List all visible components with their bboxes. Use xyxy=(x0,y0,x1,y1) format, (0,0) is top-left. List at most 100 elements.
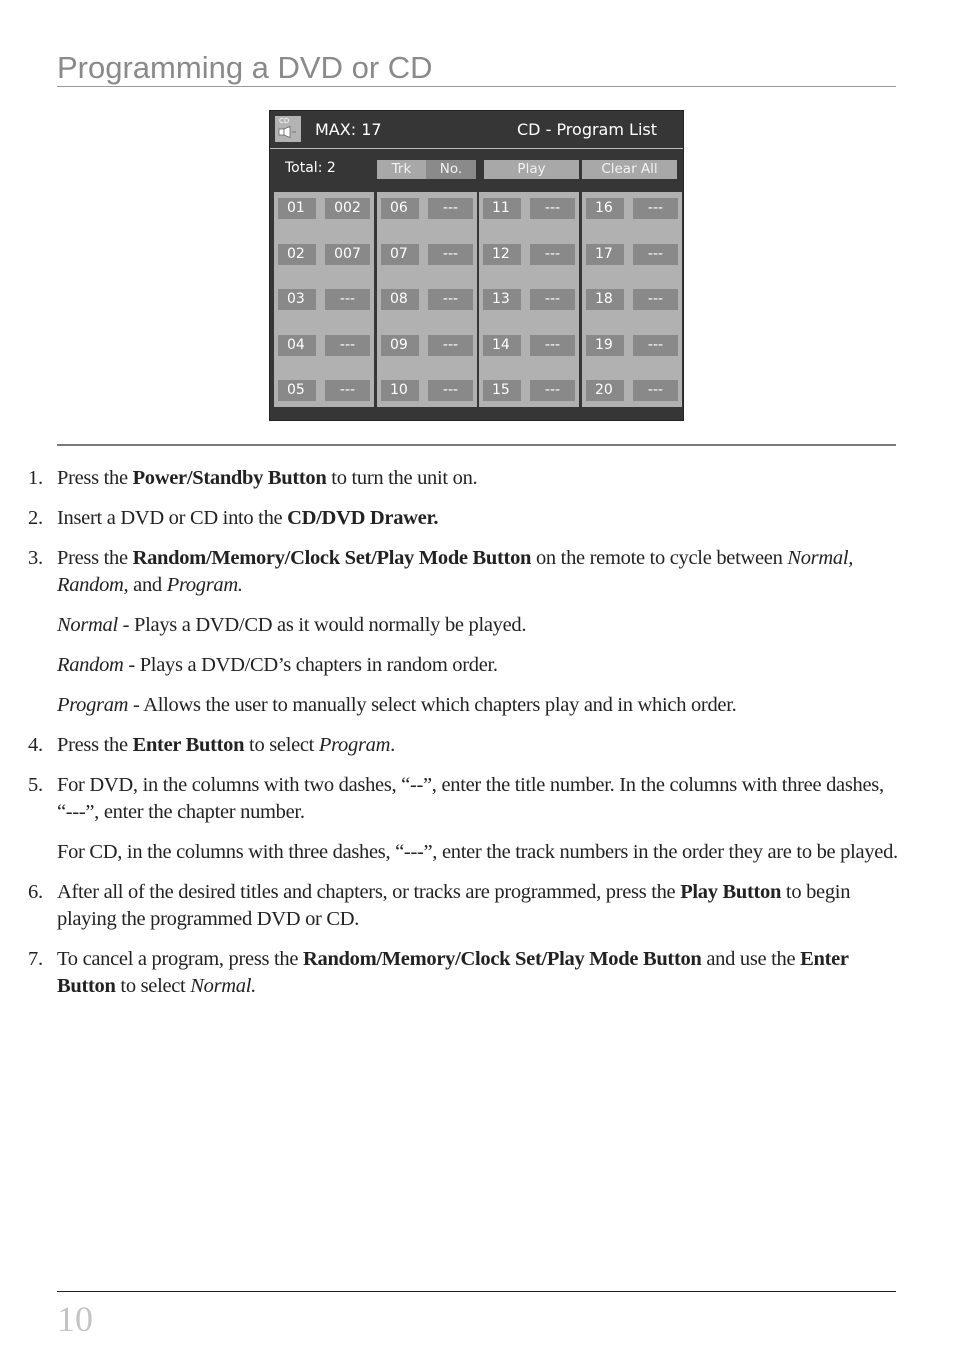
step-text: on the remote to cycle between xyxy=(531,547,788,569)
step-subparagraph: Random - Plays a DVD/CD’s chapters in ra… xyxy=(28,652,898,679)
slot-number[interactable]: 14 xyxy=(483,335,521,356)
slot-number[interactable]: 17 xyxy=(586,244,624,265)
italic-term: Random xyxy=(57,654,124,676)
header-divider xyxy=(270,148,683,149)
slot-number[interactable]: 07 xyxy=(381,244,419,265)
program-slot: 14 --- xyxy=(479,335,579,357)
bold-term: Enter Button xyxy=(132,734,245,756)
play-button[interactable]: Play xyxy=(484,160,579,179)
slot-track-value[interactable]: --- xyxy=(428,198,473,219)
program-slot: 11 --- xyxy=(479,198,579,220)
slot-track-value[interactable]: 007 xyxy=(325,244,370,265)
no-button[interactable]: No. xyxy=(426,160,476,179)
step-item: 1. Press the Power/Standby Button to turn… xyxy=(28,465,898,492)
slot-number[interactable]: 08 xyxy=(381,289,419,310)
cd-program-list-screen: CD MAX: 17 CD - Program List Total: 2 Tr… xyxy=(269,110,684,421)
step-item: 6. After all of the desired titles and ch… xyxy=(28,879,898,933)
slot-track-value[interactable]: --- xyxy=(428,244,473,265)
slot-track-value[interactable]: --- xyxy=(633,380,678,401)
slot-number[interactable]: 19 xyxy=(586,335,624,356)
slot-number[interactable]: 20 xyxy=(586,380,624,401)
program-slot: 06 --- xyxy=(377,198,477,220)
program-slot: 07 --- xyxy=(377,244,477,266)
step-item: 3. Press the Random/Memory/Clock Set/Play… xyxy=(28,545,898,599)
bold-term: Power/Standby Button xyxy=(132,467,327,489)
slot-number[interactable]: 18 xyxy=(586,289,624,310)
cd-speaker-icon: CD xyxy=(275,116,301,142)
program-slot: 18 --- xyxy=(582,289,682,311)
step-text: Press the xyxy=(57,467,133,489)
slot-number[interactable]: 04 xyxy=(278,335,316,356)
bold-term: Random/Memory/Clock Set/Play Mode Button xyxy=(132,547,532,569)
step-text: - Plays a DVD/CD’s chapters in random or… xyxy=(123,654,498,676)
program-slot: 15 --- xyxy=(479,380,579,402)
slot-track-value[interactable]: --- xyxy=(428,380,473,401)
slot-number[interactable]: 10 xyxy=(381,380,419,401)
step-number: 1. xyxy=(28,467,43,489)
slot-track-value[interactable]: --- xyxy=(530,289,575,310)
step-text: . xyxy=(390,734,395,756)
bold-term: CD/DVD Drawer. xyxy=(287,507,439,529)
italic-term: Program xyxy=(318,734,391,756)
slot-track-value[interactable]: --- xyxy=(633,335,678,356)
step-item: 4. Press the Enter Button to select Progr… xyxy=(28,732,898,759)
slot-number[interactable]: 05 xyxy=(278,380,316,401)
slot-number[interactable]: 13 xyxy=(483,289,521,310)
step-text: - Allows the user to manually select whi… xyxy=(128,694,737,716)
trk-button[interactable]: Trk xyxy=(377,160,426,179)
page-number: 10 xyxy=(57,1299,93,1339)
slot-number[interactable]: 11 xyxy=(483,198,521,219)
step-text: to select xyxy=(115,975,191,997)
speaker-icon xyxy=(278,126,296,138)
total-count: Total: 2 xyxy=(285,160,336,176)
step-text: and xyxy=(128,574,167,596)
slot-track-value[interactable]: --- xyxy=(325,335,370,356)
step-subparagraph: Program - Allows the user to manually se… xyxy=(28,692,898,719)
step-number: 5. xyxy=(28,774,43,796)
slot-track-value[interactable]: --- xyxy=(530,380,575,401)
step-text: to turn the unit on. xyxy=(326,467,478,489)
slot-track-value[interactable]: --- xyxy=(530,198,575,219)
italic-term: Program. xyxy=(166,574,243,596)
slot-track-value[interactable]: --- xyxy=(428,289,473,310)
step-text: For DVD, in the columns with two dashes,… xyxy=(57,774,884,823)
italic-term: Program xyxy=(57,694,129,716)
step-body: To cancel a program, press the Random/Me… xyxy=(57,946,898,1000)
slot-number[interactable]: 15 xyxy=(483,380,521,401)
step-number: 4. xyxy=(28,734,43,756)
slot-track-value[interactable]: 002 xyxy=(325,198,370,219)
slot-track-value[interactable]: --- xyxy=(325,380,370,401)
slot-track-value[interactable]: --- xyxy=(633,244,678,265)
step-body: After all of the desired titles and chap… xyxy=(57,879,898,933)
bold-term: Random/Memory/Clock Set/Play Mode Button xyxy=(302,948,702,970)
slot-number[interactable]: 02 xyxy=(278,244,316,265)
clear-all-button[interactable]: Clear All xyxy=(582,160,677,179)
step-item: 7. To cancel a program, press the Random/… xyxy=(28,946,898,1000)
title-divider xyxy=(57,86,896,87)
italic-term: Normal. xyxy=(190,975,256,997)
slot-track-value[interactable]: --- xyxy=(530,244,575,265)
slot-number[interactable]: 16 xyxy=(586,198,624,219)
program-slot: 03 --- xyxy=(274,289,374,311)
slot-track-value[interactable]: --- xyxy=(325,289,370,310)
program-slot: 16 --- xyxy=(582,198,682,220)
program-slot: 20 --- xyxy=(582,380,682,402)
content-divider xyxy=(57,444,896,446)
step-text: and use the xyxy=(701,948,801,970)
slot-number[interactable]: 09 xyxy=(381,335,419,356)
slot-track-value[interactable]: --- xyxy=(633,289,678,310)
step-number: 6. xyxy=(28,881,43,903)
program-slot: 05 --- xyxy=(274,380,374,402)
slot-track-value[interactable]: --- xyxy=(633,198,678,219)
slot-track-value[interactable]: --- xyxy=(530,335,575,356)
slot-number[interactable]: 06 xyxy=(381,198,419,219)
slot-number[interactable]: 01 xyxy=(278,198,316,219)
slot-number[interactable]: 12 xyxy=(483,244,521,265)
step-number: 7. xyxy=(28,948,43,970)
slot-track-value[interactable]: --- xyxy=(428,335,473,356)
bold-term: Play Button xyxy=(680,881,782,903)
step-body: Insert a DVD or CD into the CD/DVD Drawe… xyxy=(57,505,898,532)
slot-number[interactable]: 03 xyxy=(278,289,316,310)
program-slot: 04 --- xyxy=(274,335,374,357)
page-title: Programming a DVD or CD xyxy=(57,50,433,85)
